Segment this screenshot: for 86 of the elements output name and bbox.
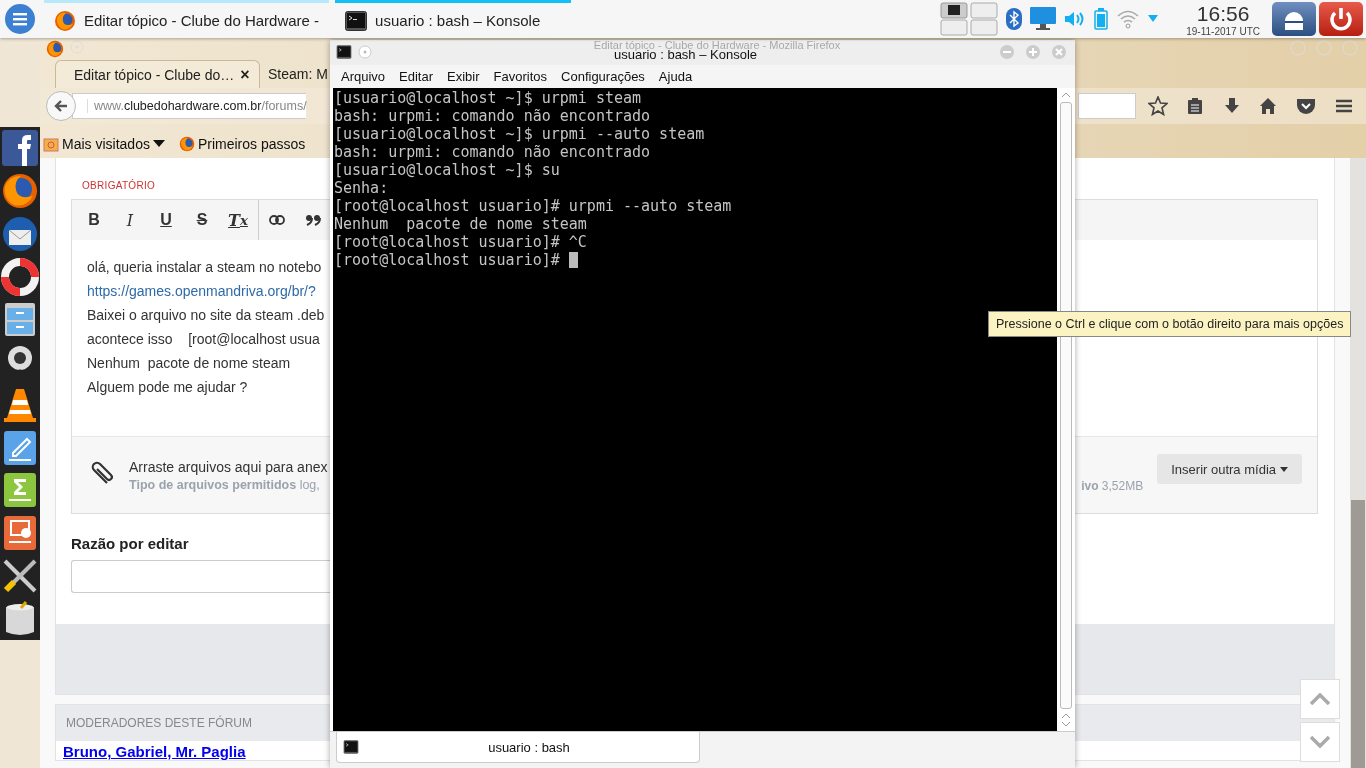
menu-icon [4,3,36,35]
menu-item[interactable]: Configurações [554,69,652,84]
back-arrow-icon [53,98,69,114]
clipboard-icon[interactable] [1186,97,1205,115]
lock-button[interactable] [1272,2,1316,36]
menu-item[interactable]: Favoritos [486,69,555,84]
globe-icon [178,136,195,152]
terminal-line: bash: urpmi: comando não encontrado [334,143,651,161]
menu-item[interactable]: Editar [392,69,441,84]
search-field[interactable] [1078,93,1136,119]
menu-icon[interactable] [1333,97,1354,115]
browser-tab[interactable]: Editar tópico - Clube do… × [55,60,260,88]
tooltip: Pressione o Ctrl e clique com o botão direito para mais opções [988,311,1352,337]
quote-icon [305,214,321,226]
download-icon[interactable] [1222,97,1241,115]
browser-tab[interactable]: Steam: M [260,60,328,88]
terminal-line: [root@localhost usuario]# ^C [334,233,587,251]
terminal-line: Senha: [334,179,389,197]
chevron-down-icon [1061,721,1071,727]
insert-media-button[interactable]: Inserir outra mídia [1157,454,1302,484]
format-button[interactable]: B [76,200,112,240]
input-field[interactable] [71,560,330,593]
caret-icon [152,140,165,148]
scrollbar[interactable] [1350,158,1366,768]
globe-icon [46,40,64,58]
url-text: www.clubedohardware.com.br/forums/ [87,99,307,113]
home-icon[interactable] [1259,97,1278,115]
format-button[interactable]: I [112,200,148,240]
clock-time: 16:56 [1196,1,1250,26]
caret-icon [1280,466,1288,472]
allowed-types: Tipo de arquivos permitidos log, [129,477,321,492]
text-line: Baixei o arquivo no site da steam .deb [87,306,325,325]
bookmark-item[interactable]: Mais visitados [43,136,165,152]
terminal-line: [usuario@localhost ~]$ su [334,161,560,179]
terminal-line: [root@localhost usuario]# [334,251,561,269]
text-line: olá, queria instalar a steam no notebo [87,258,322,277]
menu-item[interactable]: Arquivo [334,69,393,84]
format-button[interactable]: S [184,200,220,240]
bookmark-item[interactable]: Primeiros passos [178,136,306,152]
power-button[interactable] [1319,2,1363,36]
max-size: ivo 3,52MB [1081,479,1144,493]
text-line: Nenhum pacote de nome steam [87,354,291,373]
presentation-icon[interactable] [1,514,39,553]
field-label: Razão por editar [71,535,189,552]
menu-item[interactable]: Ajuda [651,69,700,84]
text-line: acontece isso [root@localhost usua [87,330,320,349]
terminal-icon [345,10,368,31]
window-title: usuario : bash – Konsole [613,48,758,64]
link[interactable]: https://games.openmandriva.org/br/? [87,279,316,303]
attach-hint: Arraste arquivos aqui para anex [129,458,328,475]
format-button[interactable]: U [148,200,184,240]
chevron-up-icon [1309,693,1331,705]
menu-button[interactable] [2,1,38,37]
chevron-down-icon [1309,736,1331,748]
social-tile-icon[interactable] [1,129,39,168]
pencil-document-icon[interactable] [1,428,39,467]
lifebuoy-icon[interactable] [1,257,39,296]
text-cursor [568,252,578,268]
moderator-links[interactable]: Bruno, Gabriel, Mr. Paglia [56,741,246,760]
terminal-tab[interactable]: usuario : bash [336,732,700,763]
terminal-icon [336,45,352,59]
globe-icon[interactable] [1,172,39,211]
monitor-icon[interactable] [1030,7,1057,31]
pocket-icon[interactable] [1295,97,1316,115]
text-line: Alguem pode me ajudar ? [87,378,248,397]
terminal-line: [root@localhost usuario]# urpmi --auto steam [334,197,732,215]
terminal-line: bash: urpmi: comando não encontrado [334,107,651,125]
chevron-up-icon [1061,713,1071,719]
bluetooth-icon[interactable] [1006,8,1023,30]
link-icon [269,215,285,225]
terminal-line: Nenhum pacote de nome steam [334,215,587,233]
required-label: OBRIGATÓRIO [82,180,156,191]
star-icon[interactable] [1148,96,1168,116]
menu-item[interactable]: Exibir [440,69,487,84]
address-field[interactable]: www.clubedohardware.com.br/forums/ [72,93,306,119]
spreadsheet-icon[interactable] [1,471,39,510]
chevron-up-icon [1061,92,1071,98]
terminal-icon [343,740,359,754]
clock-date: 19-11-2017 UTC [1186,25,1260,37]
terminal-line: [usuario@localhost ~]$ urpmi steam [334,89,642,107]
close-tab-button[interactable]: × [240,65,250,84]
pager-drawing[interactable] [940,2,999,36]
globe-icon [54,9,76,32]
terminal-line: [usuario@localhost ~]$ urpmi --auto steam [334,125,705,143]
window-title: Editar tópico - Clube do Hardware - Mozilla Firefox [592,38,842,51]
back-button[interactable] [46,91,76,121]
